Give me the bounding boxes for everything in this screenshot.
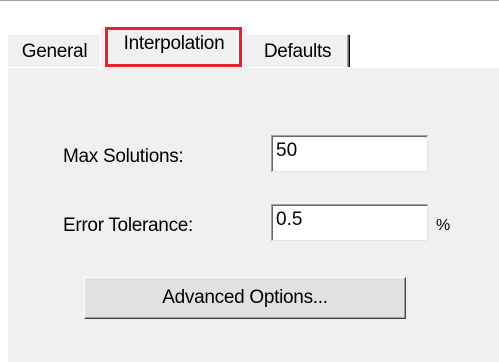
tab-interpolation-label: Interpolation (123, 32, 225, 54)
error-tolerance-label: Error Tolerance: (63, 215, 194, 236)
error-tolerance-input[interactable]: 0.5 (271, 204, 428, 241)
advanced-options-button[interactable]: Advanced Options... (84, 277, 406, 319)
tab-defaults[interactable]: Defaults (247, 34, 350, 68)
advanced-options-label: Advanced Options... (162, 287, 328, 308)
tab-general[interactable]: General (7, 34, 101, 68)
top-divider (0, 0, 499, 1)
max-solutions-input[interactable]: 50 (271, 135, 428, 172)
interpolation-panel: Max Solutions: 50 Error Tolerance: 0.5 %… (7, 67, 499, 362)
tab-defaults-label: Defaults (263, 40, 332, 62)
tab-general-label: General (21, 40, 88, 62)
error-tolerance-value: 0.5 (276, 209, 303, 230)
tab-interpolation[interactable]: Interpolation (100, 26, 247, 70)
dialog-canvas: General Interpolation Defaults Max Solut… (0, 0, 499, 362)
max-solutions-label: Max Solutions: (63, 146, 184, 167)
percent-unit-label: % (436, 217, 450, 234)
max-solutions-value: 50 (276, 140, 298, 161)
